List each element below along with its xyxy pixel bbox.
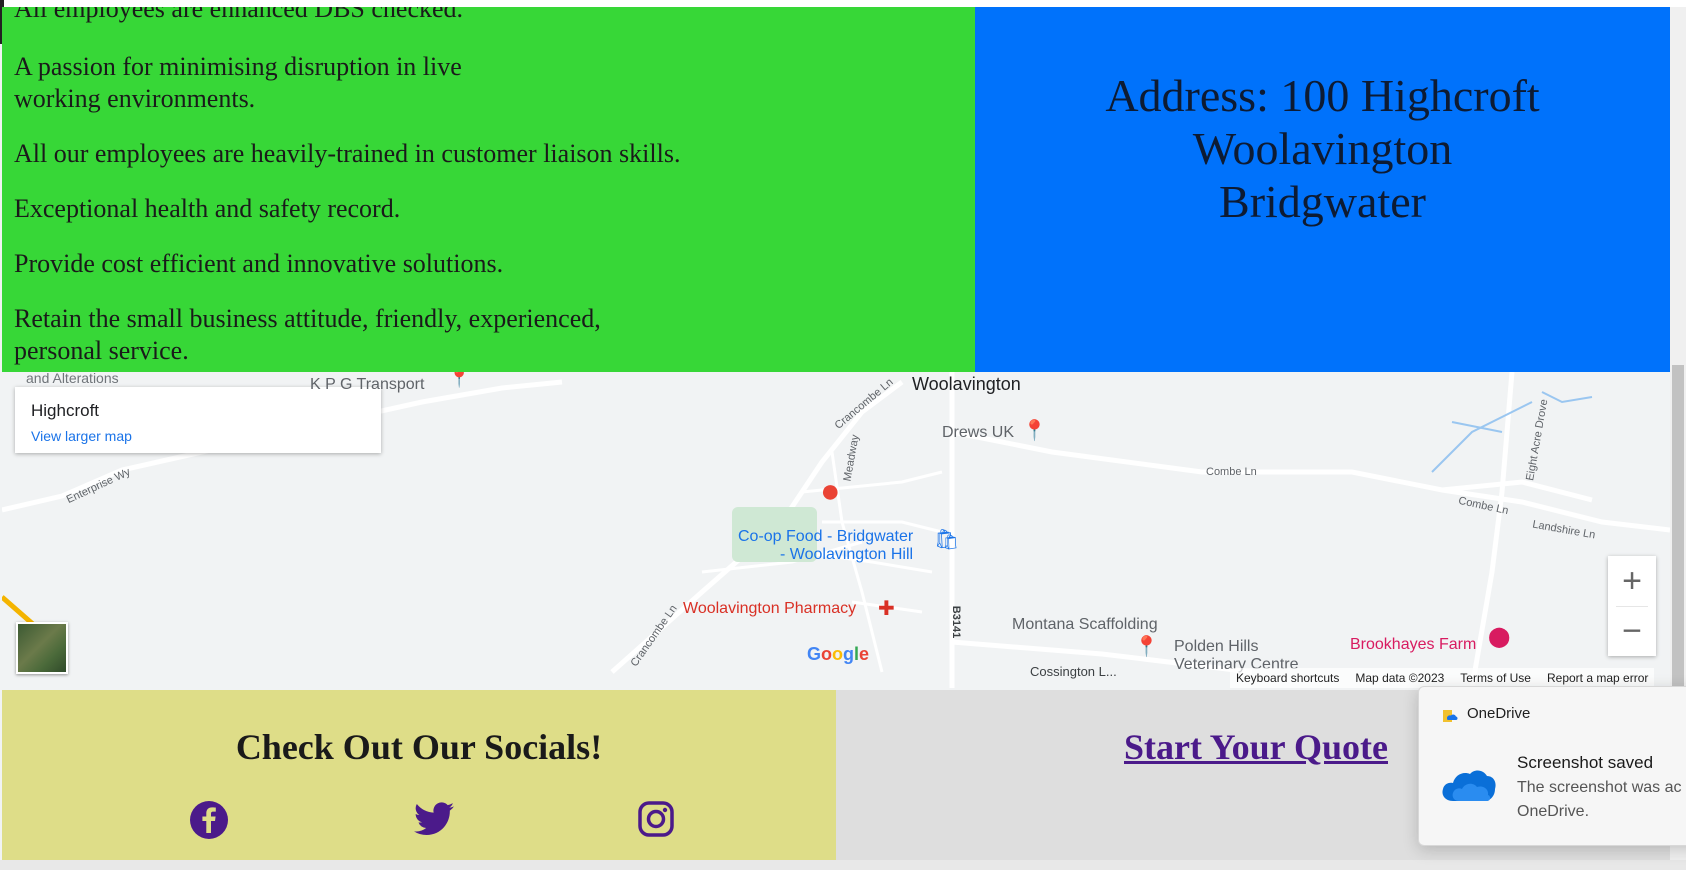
onedrive-toast[interactable]: OneDrive Screenshot saved The screenshot… <box>1418 686 1686 846</box>
feature-item: Retain the small business attitude, frie… <box>14 304 601 333</box>
map-data-text: Map data ©2023 <box>1355 671 1445 685</box>
address-line: Woolavington <box>1192 123 1453 174</box>
poi-label: Polden Hills <box>1174 638 1259 655</box>
embedded-map[interactable]: Highcroft View larger map and Alteration… <box>2 372 1670 688</box>
poi-label: K P G Transport <box>310 376 425 393</box>
address-line: Bridgwater <box>1219 176 1426 227</box>
google-logo: Google <box>807 644 870 664</box>
zoom-out-button[interactable]: − <box>1608 606 1656 656</box>
place-title: Highcroft <box>31 401 100 420</box>
address-line: Address: 100 Highcroft <box>1105 70 1540 121</box>
satellite-toggle[interactable] <box>16 622 68 674</box>
socials-panel: Check Out Our Socials! <box>2 690 836 860</box>
zoom-control: + − <box>1608 556 1656 656</box>
bottom-bar <box>0 860 1686 870</box>
socials-heading: Check Out Our Socials! <box>235 727 603 767</box>
poi-label: Montana Scaffolding <box>1012 616 1158 633</box>
poi-label: - Woolavington Hill <box>780 546 914 563</box>
pharmacy-icon: ✚ <box>878 598 895 620</box>
road-label: Cossington L... <box>1030 664 1117 679</box>
pin-icon: 📍 <box>1022 420 1047 442</box>
pin-icon: 📍 <box>1134 636 1159 658</box>
toast-body-line: OneDrive. <box>1517 803 1590 820</box>
road-label: B3141 <box>950 605 963 639</box>
onedrive-cloud-icon <box>1442 770 1496 801</box>
scrollbar-thumb[interactable] <box>1672 365 1684 695</box>
feature-item: All our employees are heavily-trained in… <box>14 139 681 168</box>
poi-label: and Alterations <box>26 372 119 386</box>
features-panel: All employees are enhanced DBS checked. … <box>2 7 975 373</box>
report-error-link[interactable]: Report a map error <box>1547 671 1648 685</box>
feature-item: A passion for minimising disruption in l… <box>14 52 462 81</box>
toast-app-name: OneDrive <box>1467 705 1531 722</box>
zoom-in-button[interactable]: + <box>1608 556 1656 606</box>
address-text: Address: 100 Highcroft Woolavington Brid… <box>1105 69 1539 372</box>
pin-icon: 📍 <box>448 372 471 388</box>
onedrive-app-icon <box>1443 710 1458 722</box>
feature-item: All employees are enhanced DBS checked. <box>14 7 464 23</box>
shop-icon: 🛍 <box>934 529 960 551</box>
view-larger-map-link[interactable]: View larger map <box>31 428 132 444</box>
instagram-icon[interactable] <box>638 801 674 837</box>
facebook-icon[interactable] <box>189 800 229 840</box>
address-panel: Address: 100 Highcroft Woolavington Brid… <box>975 7 1670 372</box>
poi-label: Co-op Food - Bridgwater <box>738 528 914 545</box>
toast-title: Screenshot saved <box>1517 753 1654 772</box>
poi-label: Brookhayes Farm <box>1350 636 1477 653</box>
start-quote-link[interactable]: Start Your Quote <box>1124 726 1388 768</box>
toast-body: The screenshot was ac OneDrive. <box>1517 776 1686 824</box>
town-label: Woolavington <box>912 374 1021 394</box>
feature-item: personal service. <box>14 336 189 365</box>
top-strip <box>0 0 1686 44</box>
place-card: Highcroft View larger map <box>15 387 381 453</box>
feature-item: Provide cost efficient and innovative so… <box>14 249 504 278</box>
poi-label: Drews UK <box>942 424 1015 441</box>
road-label: Combe Ln <box>1206 466 1257 478</box>
hotel-icon: ⬤ <box>1488 626 1511 648</box>
feature-item: working environments. <box>14 84 256 113</box>
terms-link[interactable]: Terms of Use <box>1460 671 1531 685</box>
toast-body-line: The screenshot was ac <box>1517 779 1682 796</box>
keyboard-shortcuts-link[interactable]: Keyboard shortcuts <box>1236 671 1339 685</box>
poi-label: Woolavington Pharmacy <box>683 600 857 617</box>
feature-item: Exceptional health and safety record. <box>14 194 401 223</box>
twitter-icon[interactable] <box>414 802 454 836</box>
location-pin-icon[interactable]: ● <box>820 472 841 511</box>
map-attribution: Keyboard shortcuts Map data ©2023 Terms … <box>1230 668 1655 688</box>
